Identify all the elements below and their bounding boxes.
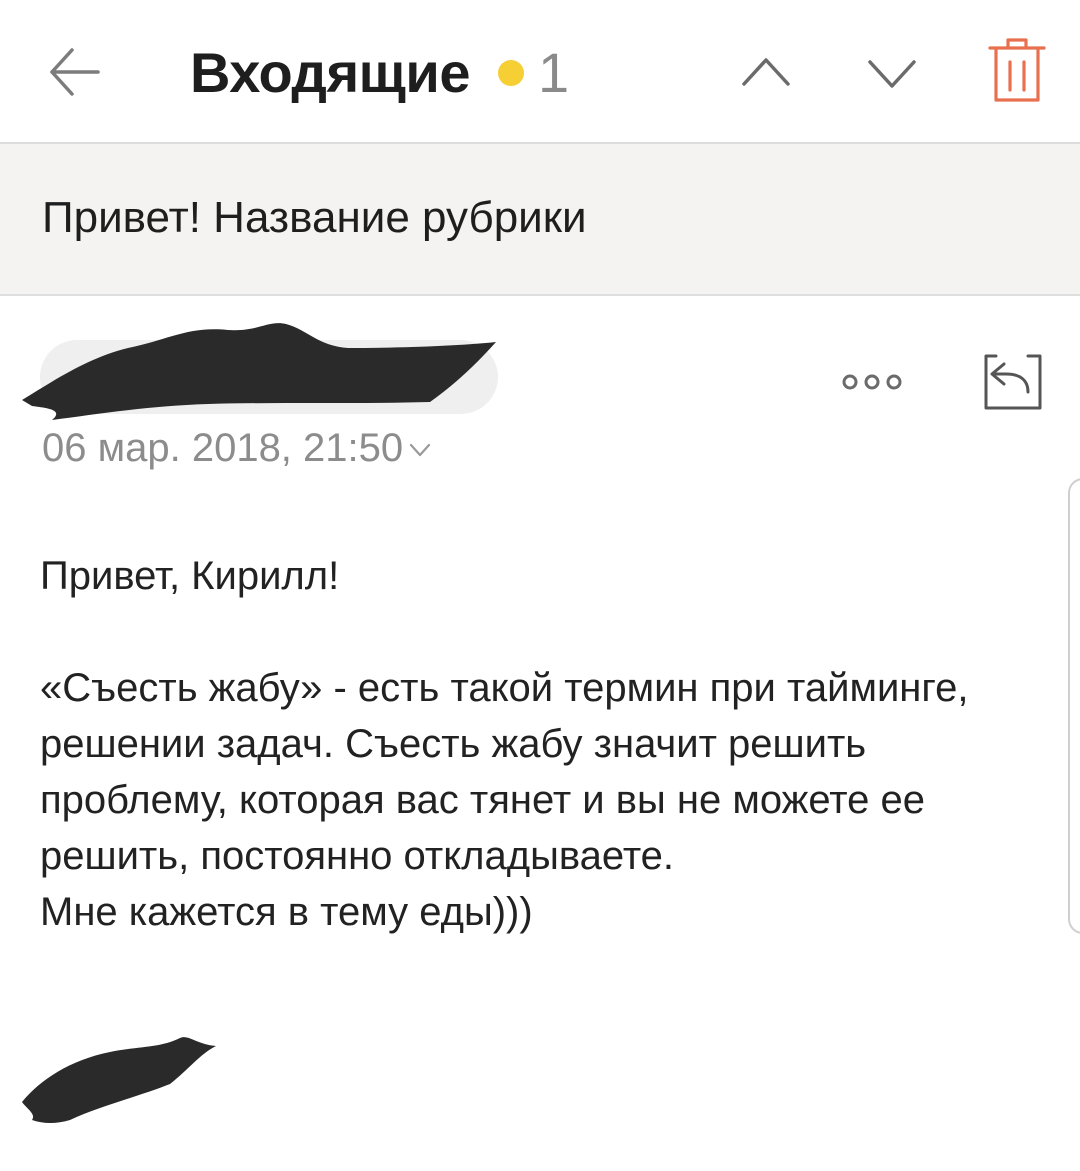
chevron-down-icon [410, 444, 431, 457]
chevron-down-icon [868, 60, 916, 88]
reply-icon [984, 354, 1042, 410]
date-text: 06 мар. 2018, 21:50 [42, 426, 404, 470]
trash-icon [988, 38, 1046, 102]
reply-button[interactable] [982, 350, 1044, 414]
arrow-left-icon [50, 48, 100, 96]
greeting-line: Привет, Кирилл! [40, 554, 340, 598]
closing-line: Мне кажется в тему еды))) [40, 890, 533, 934]
body-line: решить, постоянно откладываете. [40, 834, 675, 878]
folder-title: Входящие [190, 41, 470, 104]
email-view: Входящие 1 Привет! Название рубрики 06 м… [0, 0, 1080, 1171]
message-subject: Привет! Название рубрики [42, 193, 587, 242]
chevron-up-icon [742, 58, 790, 86]
unread-dot [498, 60, 524, 86]
more-actions-button[interactable] [836, 364, 908, 400]
next-message-button[interactable] [856, 38, 928, 106]
more-dots-icon [842, 374, 902, 390]
redaction-scribble [22, 323, 496, 420]
scroll-handle[interactable] [1068, 478, 1080, 934]
signature-redaction-scribble [22, 1037, 216, 1123]
body-line: «Съесть жабу» - есть такой термин при та… [40, 666, 969, 710]
message-date[interactable]: 06 мар. 2018, 21:50 [42, 424, 431, 472]
subject-band: Привет! Название рубрики [0, 144, 1080, 296]
body-line: решении задач. Съесть жабу значит решить [40, 722, 867, 766]
message-body: Привет, Кирилл! «Съесть жабу» - есть так… [40, 548, 1050, 940]
delete-button[interactable] [984, 36, 1050, 106]
top-toolbar: Входящие 1 [0, 0, 1080, 144]
body-line: проблему, которая вас тянет и вы не може… [40, 778, 926, 822]
back-button[interactable] [40, 38, 108, 106]
previous-message-button[interactable] [730, 38, 802, 106]
unread-count: 1 [538, 41, 570, 104]
